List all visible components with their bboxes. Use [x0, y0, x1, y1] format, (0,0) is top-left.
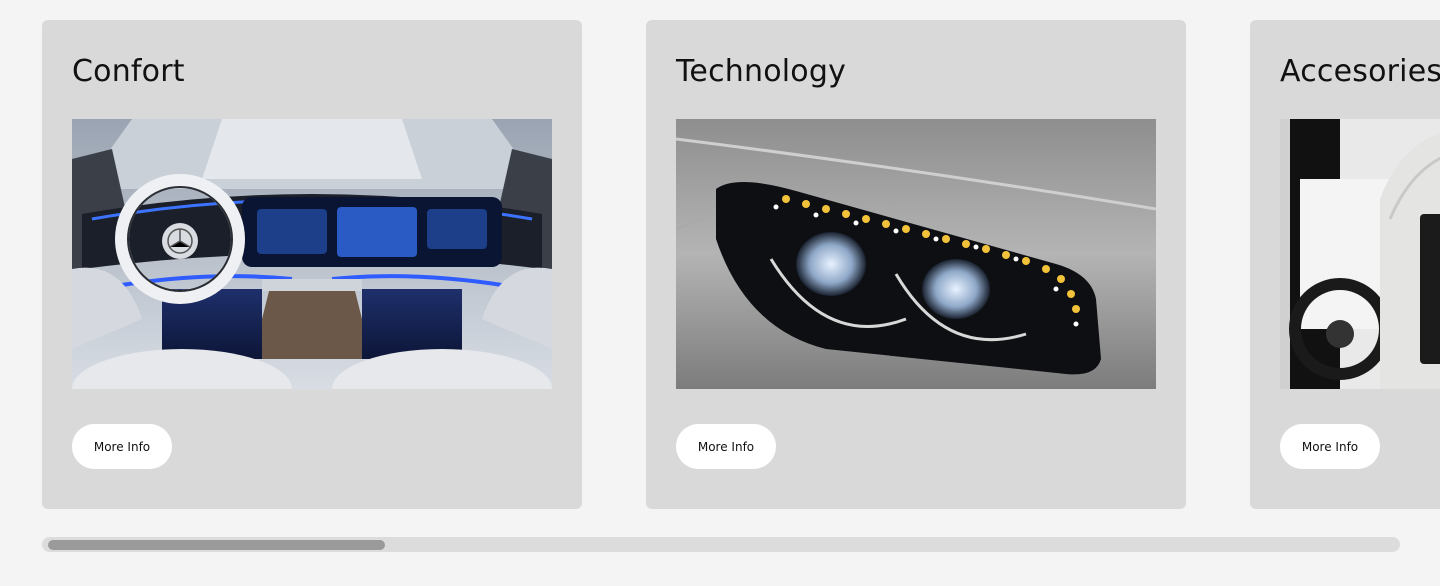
card-accesories: Accesories More Info	[1250, 20, 1440, 509]
more-info-button[interactable]: More Info	[676, 424, 776, 469]
more-info-button[interactable]: More Info	[1280, 424, 1380, 469]
scrollbar-thumb[interactable]	[48, 540, 385, 550]
carousel-viewport: Confort More Info Technology More Info A…	[0, 0, 1440, 586]
carousel-track: Confort More Info Technology More Info A…	[42, 20, 1440, 509]
card-title: Technology	[676, 54, 847, 89]
horizontal-scrollbar[interactable]	[42, 537, 1400, 552]
led-headlight-image	[676, 119, 1156, 389]
card-title: Confort	[72, 54, 185, 89]
rear-seat-entertainment-image	[1280, 119, 1440, 389]
more-info-button[interactable]: More Info	[72, 424, 172, 469]
card-technology: Technology More Info	[646, 20, 1186, 509]
card-title: Accesories	[1280, 54, 1440, 89]
card-confort: Confort More Info	[42, 20, 582, 509]
car-interior-image	[72, 119, 552, 389]
